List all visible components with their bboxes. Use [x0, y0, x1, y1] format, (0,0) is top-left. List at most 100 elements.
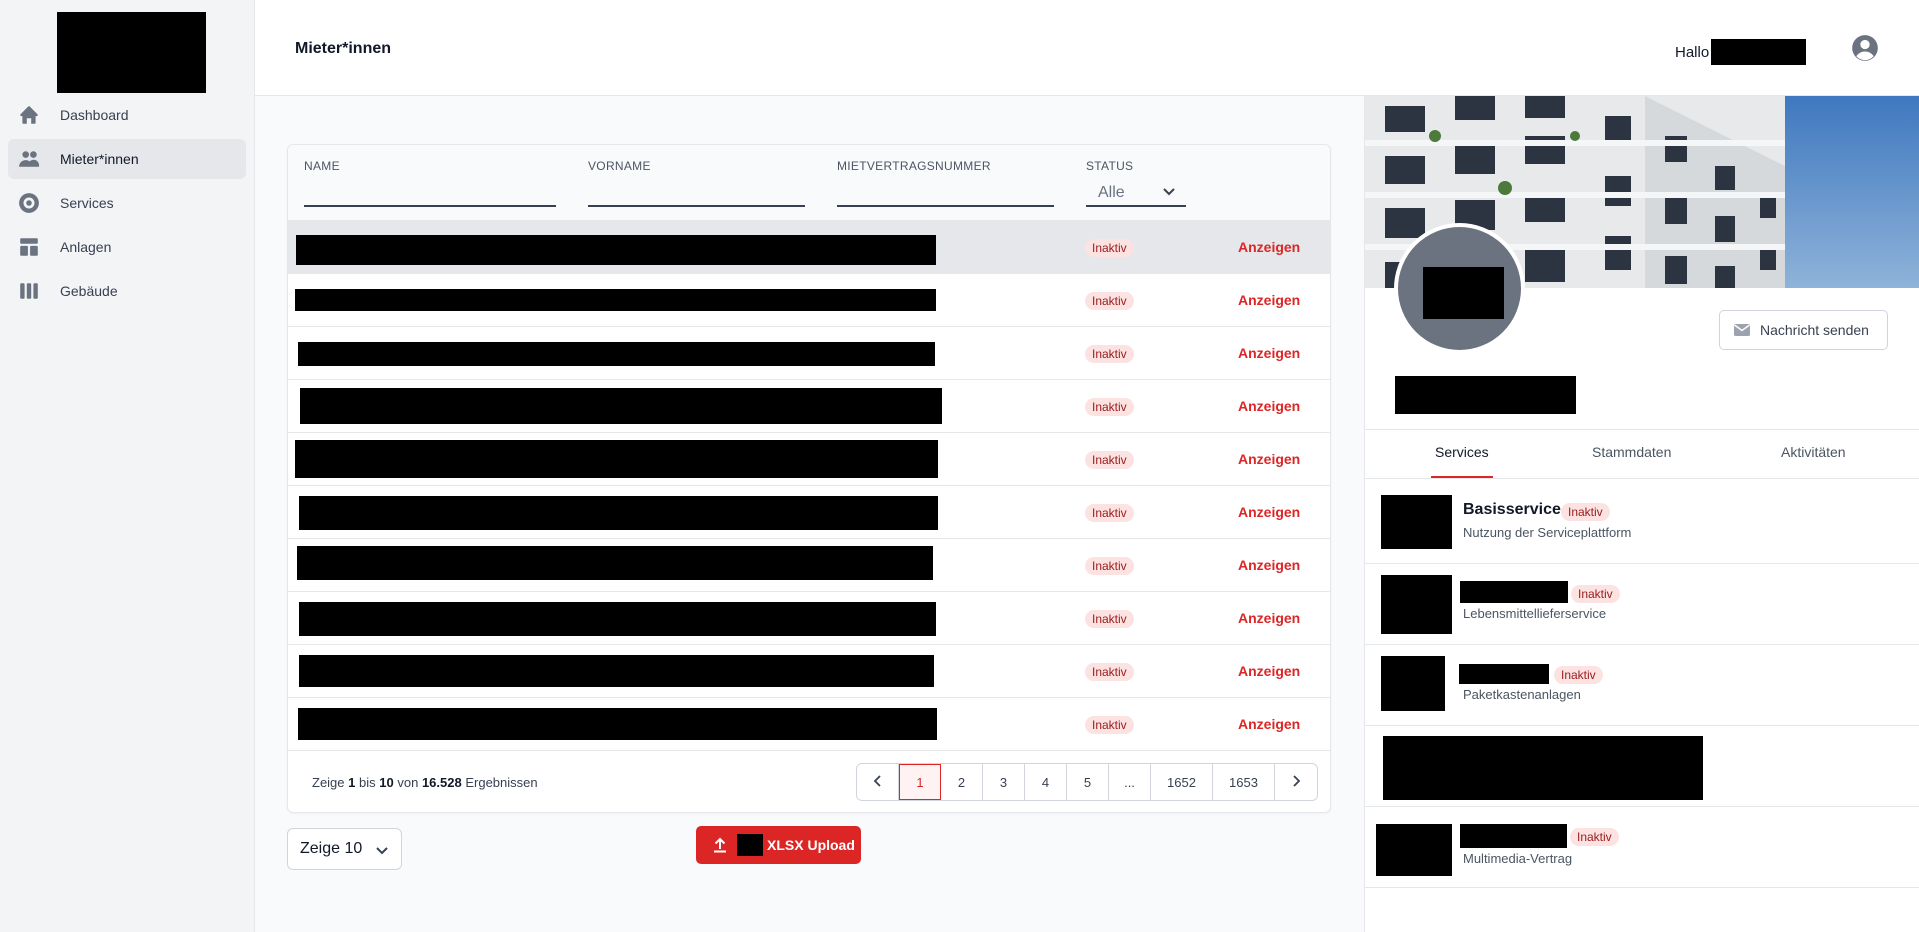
status-badge: Inaktiv [1085, 398, 1134, 416]
redacted-service-image [1381, 495, 1452, 549]
service-item[interactable] [1365, 726, 1919, 807]
sidebar-item-label: Dashboard [60, 107, 129, 123]
show-tenant-link[interactable]: Anzeigen [1238, 504, 1300, 520]
table-row[interactable]: Inaktiv Anzeigen [288, 698, 1330, 751]
service-status-badge: Inaktiv [1561, 503, 1610, 521]
service-item[interactable]: Inaktiv Multimedia-Vertrag [1365, 807, 1919, 888]
redacted-tenant-data [299, 602, 936, 636]
status-badge: Inaktiv [1085, 345, 1134, 363]
sidebar-item-services[interactable]: Services [8, 183, 246, 223]
page-button[interactable]: 3 [983, 764, 1025, 800]
redacted-username [1711, 39, 1807, 65]
redacted-avatar-content [1423, 267, 1504, 319]
redacted-tenant-data [297, 546, 933, 580]
sidebar-item-label: Anlagen [60, 239, 112, 255]
status-badge: Inaktiv [1085, 557, 1134, 575]
service-status-badge: Inaktiv [1554, 666, 1603, 684]
sidebar-item-anlagen[interactable]: Anlagen [8, 227, 246, 267]
show-tenant-link[interactable]: Anzeigen [1238, 557, 1300, 573]
table-row[interactable]: Inaktiv Anzeigen [288, 380, 1330, 433]
user-greeting: Hallo [1675, 39, 1807, 65]
show-tenant-link[interactable]: Anzeigen [1238, 451, 1300, 467]
sidebar-nav: Dashboard Mieter*innen Services Anlagen … [8, 95, 246, 315]
active-tab-indicator [1431, 476, 1493, 478]
per-page-value: Zeige 10 [300, 840, 363, 857]
table-row[interactable]: Inaktiv Anzeigen [288, 645, 1330, 698]
status-filter-underline [1086, 205, 1186, 207]
redacted-tenant-data [299, 496, 938, 530]
service-subtitle: Paketkastenanlagen [1463, 687, 1581, 702]
result-prefix: Zeige [312, 775, 345, 790]
user-account-icon[interactable] [1851, 34, 1879, 62]
result-summary: Zeige 1 bis 10 von 16.528 Ergebnissen [312, 775, 538, 790]
redacted-tenant-data [299, 655, 934, 687]
next-page-button[interactable] [1275, 764, 1317, 800]
xlsx-upload-button[interactable]: XLSX Upload [696, 826, 861, 864]
redacted-service-title [1460, 824, 1567, 848]
mail-icon [1734, 323, 1750, 337]
sidebar-item-dashboard[interactable]: Dashboard [8, 95, 246, 135]
pagination: 1 2 3 4 5 ... 1652 1653 [856, 763, 1318, 801]
page-button[interactable]: 1652 [1151, 764, 1213, 800]
sidebar-item-mieter[interactable]: Mieter*innen [8, 139, 246, 179]
vorname-filter-underline [588, 205, 805, 207]
users-icon [18, 148, 40, 170]
service-subtitle: Multimedia-Vertrag [1463, 851, 1573, 866]
table-row[interactable]: Inaktiv Anzeigen [288, 433, 1330, 486]
top-header: Mieter*innen Hallo [255, 0, 1919, 96]
tab-aktivitaeten[interactable]: Aktivitäten [1781, 444, 1846, 460]
send-message-button[interactable]: Nachricht senden [1719, 310, 1888, 350]
service-item[interactable]: Basisservice Inaktiv Nutzung der Service… [1365, 483, 1919, 564]
page-title: Mieter*innen [295, 40, 392, 57]
avatar [1394, 223, 1525, 354]
name-filter-input[interactable] [304, 183, 556, 203]
show-tenant-link[interactable]: Anzeigen [1238, 610, 1300, 626]
sidebar-item-label: Services [60, 195, 114, 211]
send-message-label: Nachricht senden [1760, 322, 1869, 338]
chevron-down-icon [375, 843, 389, 861]
show-tenant-link[interactable]: Anzeigen [1238, 716, 1300, 732]
redacted-label-part [737, 834, 763, 856]
name-filter-underline [304, 205, 556, 207]
column-header-vorname: VORNAME [588, 159, 651, 173]
tab-services[interactable]: Services [1435, 444, 1489, 460]
redacted-tenant-data [298, 342, 935, 366]
table-row[interactable]: Inaktiv Anzeigen [288, 486, 1330, 539]
page-button[interactable]: 1 [899, 764, 941, 800]
show-tenant-link[interactable]: Anzeigen [1238, 398, 1300, 414]
vorname-filter-input[interactable] [588, 183, 805, 203]
show-tenant-link[interactable]: Anzeigen [1238, 663, 1300, 679]
status-filter-value: Alle [1098, 184, 1125, 201]
page-button[interactable]: 1653 [1213, 764, 1275, 800]
prev-page-button[interactable] [857, 764, 899, 800]
page-button[interactable]: 2 [941, 764, 983, 800]
service-subtitle: Lebensmittellieferservice [1463, 606, 1607, 621]
page-button[interactable]: 5 [1067, 764, 1109, 800]
show-tenant-link[interactable]: Anzeigen [1238, 345, 1300, 361]
column-header-mietvertragsnummer: MIETVERTRAGSNUMMER [837, 159, 991, 173]
result-suffix: Ergebnissen [465, 775, 538, 790]
upload-label: XLSX Upload [767, 837, 855, 853]
mietvertragsnummer-filter-input[interactable] [837, 183, 1054, 203]
redacted-service-image [1381, 656, 1445, 711]
status-filter-select[interactable]: Alle [1086, 179, 1186, 207]
service-item[interactable]: Inaktiv Lebensmittellieferservice [1365, 564, 1919, 645]
table-row[interactable]: Inaktiv Anzeigen [288, 327, 1330, 380]
table-row[interactable]: Inaktiv Anzeigen [288, 274, 1330, 327]
show-tenant-link[interactable]: Anzeigen [1238, 239, 1300, 255]
service-item[interactable]: Inaktiv Paketkastenanlagen [1365, 645, 1919, 726]
redacted-tenant-name [1395, 376, 1576, 414]
table-row[interactable]: Inaktiv Anzeigen [288, 592, 1330, 645]
table-row[interactable]: Inaktiv Anzeigen [288, 539, 1330, 592]
sidebar-item-gebaeude[interactable]: Gebäude [8, 271, 246, 311]
status-badge: Inaktiv [1085, 610, 1134, 628]
tab-stammdaten[interactable]: Stammdaten [1592, 444, 1671, 460]
per-page-select[interactable]: Zeige 10 [287, 828, 402, 870]
page-button[interactable]: 4 [1025, 764, 1067, 800]
upload-icon [713, 837, 727, 853]
template-icon [18, 236, 40, 258]
redacted-service-image [1376, 824, 1452, 876]
mietvertragsnummer-filter-underline [837, 205, 1054, 207]
table-row[interactable]: Inaktiv Anzeigen [288, 221, 1330, 274]
show-tenant-link[interactable]: Anzeigen [1238, 292, 1300, 308]
